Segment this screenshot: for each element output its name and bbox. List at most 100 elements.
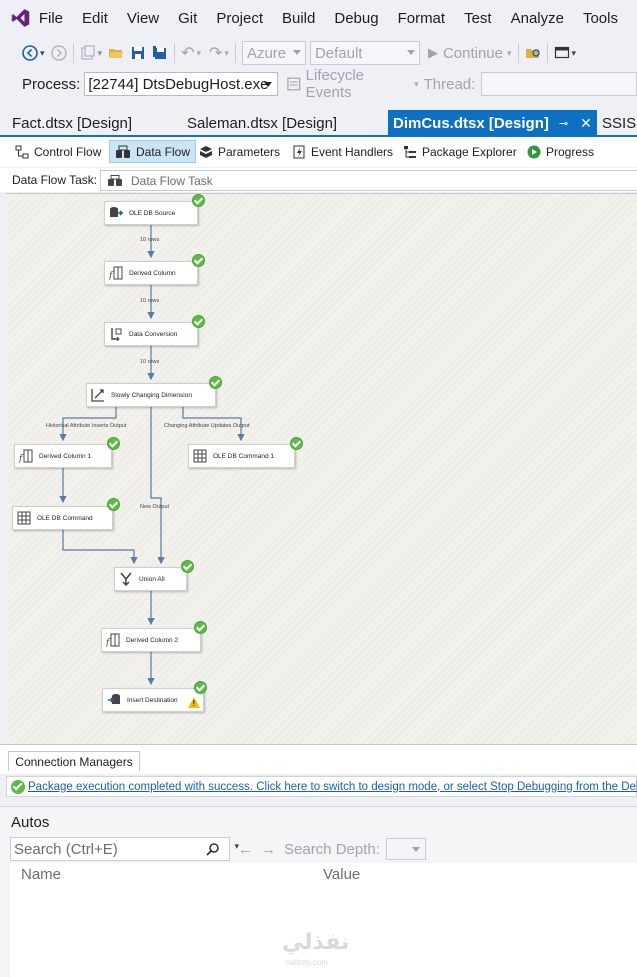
toolbar-separator [72, 43, 74, 63]
database-source-icon [110, 207, 123, 217]
open-folder-icon[interactable] [108, 45, 124, 61]
menu-build[interactable]: Build [282, 10, 315, 27]
connector-new-output[interactable] [150, 406, 165, 565]
autos-window: Autos Search (Ctrl+E) ▾ ← → Search Depth… [0, 806, 637, 977]
forward-icon[interactable] [50, 45, 67, 61]
thread-label: Thread: [423, 75, 476, 93]
menu-debug[interactable]: Debug [334, 10, 378, 27]
node-label: Data Conversion [129, 330, 178, 338]
configuration-combo[interactable]: Default [309, 41, 420, 65]
back-icon[interactable] [22, 45, 38, 61]
layout-dropdown-icon[interactable]: ▾ [572, 48, 577, 59]
lifecycle-events-button[interactable]: Lifecycle Events [306, 67, 411, 101]
pin-icon[interactable]: ⊸ [559, 117, 568, 130]
tab-dimcus-dtsx[interactable]: DimCus.dtsx [Design] ⊸ ✕ [388, 110, 597, 136]
tab-label: DimCus.dtsx [Design] [393, 114, 549, 132]
document-tabs: Fact.dtsx [Design] Saleman.dtsx [Design]… [0, 110, 637, 136]
undo-icon[interactable]: ↶ [181, 43, 194, 63]
column-header-value[interactable]: Value [323, 866, 360, 883]
process-combo[interactable]: [22744] DtsDebugHost.exe [84, 72, 279, 96]
data-flow-task-value: Data Flow Task [131, 173, 213, 188]
menu-view[interactable]: View [127, 10, 159, 27]
menu-file[interactable]: File [39, 10, 63, 27]
search-next-icon[interactable]: → [261, 841, 276, 858]
data-flow-task-combo[interactable]: Data Flow Task [100, 170, 637, 191]
menu-test[interactable]: Test [464, 10, 492, 27]
continue-play-icon[interactable]: ▶ [428, 45, 438, 61]
undo-dropdown-icon[interactable]: ▾ [196, 48, 201, 59]
node-oledb-source[interactable]: OLE DB Source [104, 201, 198, 225]
node-label: Slowly Changing Dimension [111, 391, 192, 399]
new-project-icon[interactable] [80, 45, 96, 61]
node-derived-column[interactable]: f Derived Column [104, 261, 198, 285]
platform-combo[interactable]: Azure [241, 41, 306, 65]
success-check-icon [192, 254, 205, 267]
window-layout-icon[interactable] [554, 45, 570, 61]
edge-label-changing: Changing Attribute Updates Output [164, 423, 250, 429]
search-previous-icon[interactable]: ← [238, 841, 253, 858]
edge-label-new-output: New Output [140, 504, 170, 510]
node-oledb-command-1[interactable]: OLE DB Command 1 [188, 444, 295, 468]
redo-dropdown-icon[interactable]: ▾ [224, 48, 229, 59]
connector-command-to-union[interactable] [62, 530, 138, 565]
node-label: Insert Destination [127, 696, 178, 704]
menu-analyze[interactable]: Analyze [511, 10, 564, 27]
derived-column-icon: f [19, 449, 33, 463]
success-check-icon [194, 621, 207, 634]
menu-format[interactable]: Format [398, 10, 446, 27]
tab-event-handlers[interactable]: Event Handlers [287, 140, 398, 163]
menu-tools[interactable]: Tools [583, 10, 618, 27]
oledb-command-icon [17, 511, 31, 525]
tab-control-flow[interactable]: Control Flow [10, 140, 106, 163]
tab-progress[interactable]: Progress [522, 140, 599, 163]
tab-parameters[interactable]: Parameters [194, 140, 285, 163]
continue-dropdown-icon[interactable]: ▾ [507, 48, 512, 59]
visual-studio-logo-icon[interactable] [10, 5, 31, 31]
search-depth-combo[interactable] [385, 838, 426, 860]
new-dropdown-icon[interactable]: ▾ [98, 48, 103, 59]
thread-combo[interactable] [481, 72, 637, 96]
tab-ssisp[interactable]: SSISp [597, 110, 637, 136]
node-derived-column-1[interactable]: f Derived Column 1 [14, 444, 112, 468]
tab-package-explorer[interactable]: Package Explorer [398, 140, 522, 163]
search-icon[interactable] [206, 843, 219, 856]
column-header-name[interactable]: Name [21, 866, 61, 883]
node-derived-column-2[interactable]: f Derived Column 2 [101, 628, 201, 652]
node-union-all[interactable]: Union All [114, 567, 187, 591]
debug-location-toolbar: Process: [22744] DtsDebugHost.exe Lifecy… [0, 67, 637, 101]
tab-label: Fact.dtsx [Design] [12, 114, 133, 132]
svg-text:f: f [106, 638, 111, 647]
toolbar-separator [546, 43, 548, 63]
folder-search-icon[interactable] [525, 45, 541, 61]
parameters-icon [200, 145, 212, 158]
close-icon[interactable]: ✕ [580, 115, 592, 132]
autos-search-input[interactable]: Search (Ctrl+E) ▾ [10, 837, 239, 861]
back-dropdown-icon[interactable]: ▾ [40, 48, 45, 59]
node-slowly-changing-dimension[interactable]: Slowly Changing Dimension [86, 383, 216, 407]
svg-text:f: f [109, 271, 114, 280]
lifecycle-events-icon[interactable] [286, 76, 302, 92]
save-all-icon[interactable] [152, 45, 168, 61]
lifecycle-dropdown-icon[interactable]: ▾ [414, 79, 419, 90]
tab-data-flow[interactable]: Data Flow [109, 140, 197, 163]
database-destination-icon [108, 694, 120, 704]
menu-project[interactable]: Project [216, 10, 263, 27]
save-icon[interactable] [130, 45, 146, 61]
toolbar-separator [517, 43, 519, 63]
configuration-value: Default [314, 44, 363, 62]
menu-edit[interactable]: Edit [82, 10, 108, 27]
switch-to-design-mode-link[interactable]: Package execution completed with success… [28, 781, 637, 793]
data-flow-canvas[interactable]: 10 rows 10 rows 10 rows Historical Attri… [6, 193, 637, 744]
redo-icon[interactable]: ↷ [209, 43, 222, 63]
menu-git[interactable]: Git [178, 10, 197, 27]
node-oledb-command[interactable]: OLE DB Command [12, 506, 113, 530]
continue-button[interactable]: Continue [443, 45, 503, 62]
tab-fact-dtsx[interactable]: Fact.dtsx [Design] [0, 110, 175, 136]
control-flow-icon [15, 145, 29, 158]
tab-saleman-dtsx[interactable]: Saleman.dtsx [Design] [175, 110, 388, 136]
process-value: [22744] DtsDebugHost.exe [88, 75, 269, 93]
tab-label: Event Handlers [311, 144, 394, 159]
tab-label: Package Explorer [422, 144, 517, 159]
node-data-conversion[interactable]: Data Conversion [104, 322, 198, 346]
tab-connection-managers[interactable]: Connection Managers [8, 751, 140, 771]
